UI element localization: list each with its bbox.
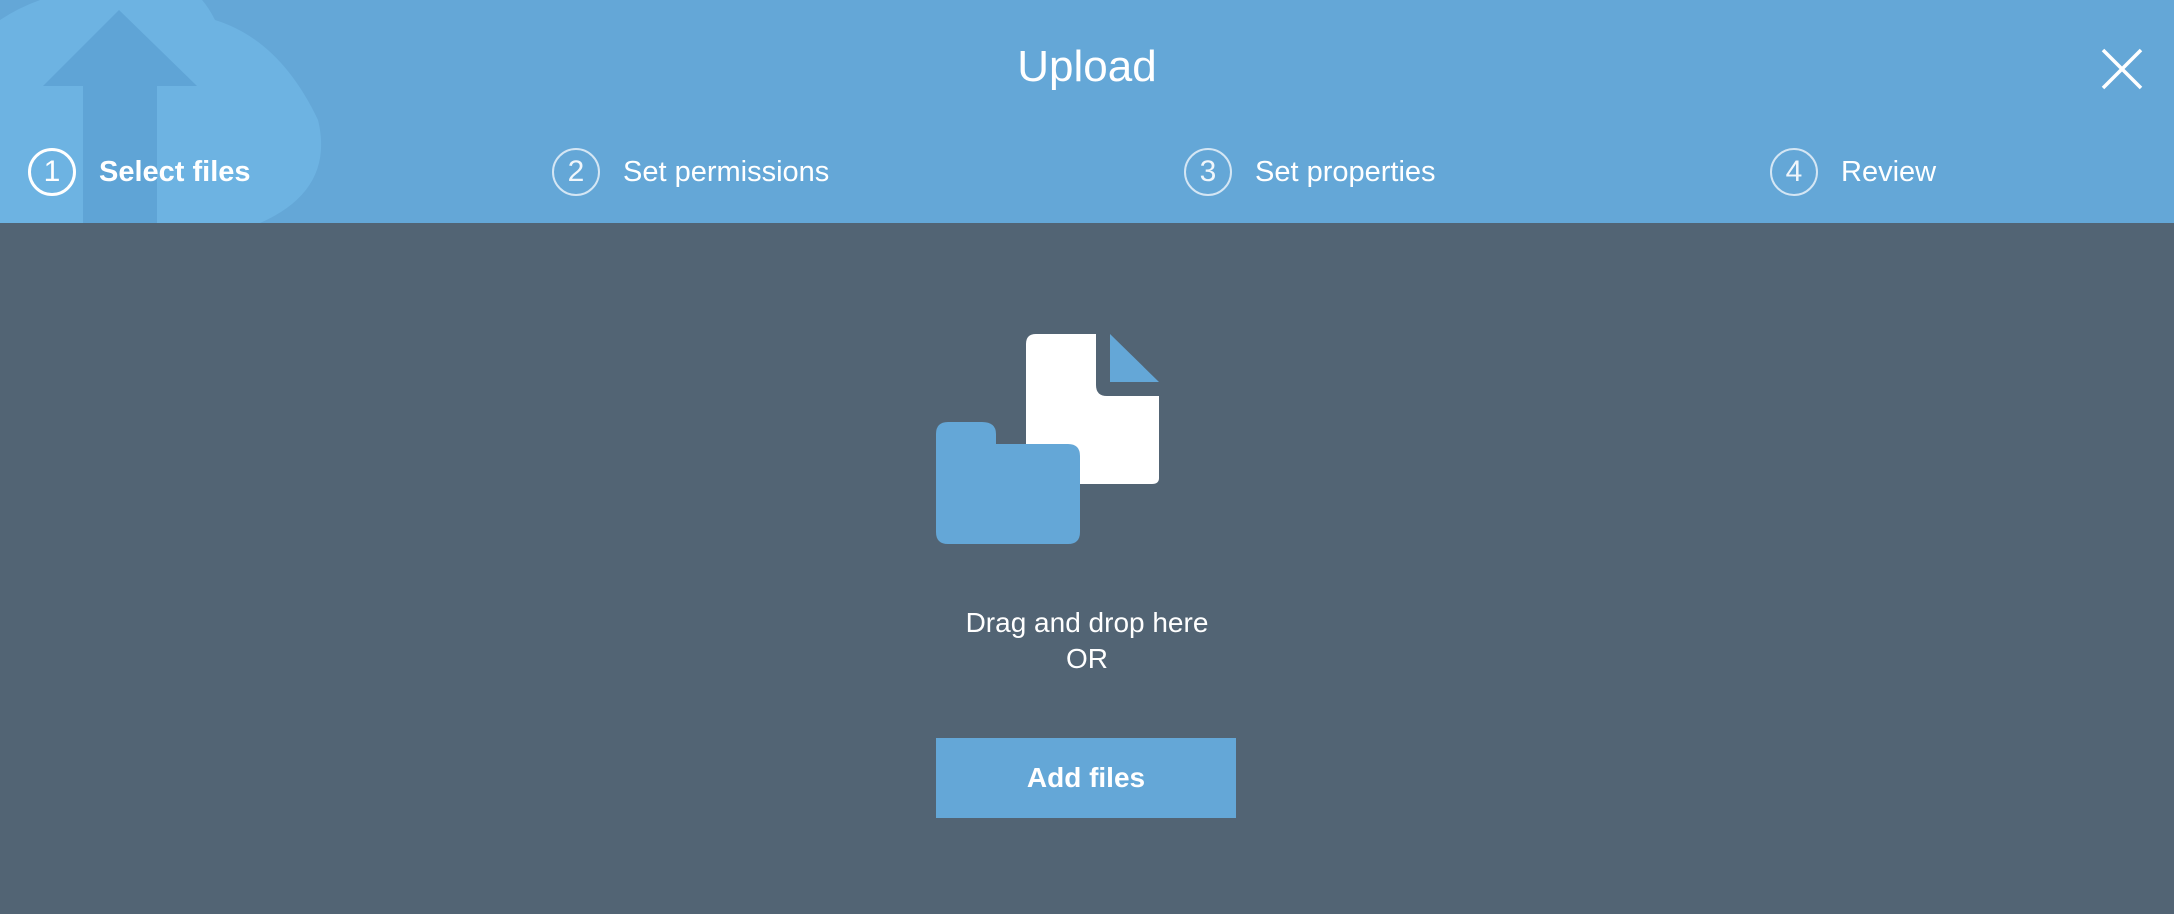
- step-select-files[interactable]: 1 Select files: [28, 145, 251, 199]
- step-label: Set permissions: [623, 156, 830, 188]
- step-label: Review: [1841, 156, 1937, 188]
- step-number-badge: 1: [28, 148, 76, 196]
- close-icon[interactable]: [2098, 45, 2146, 93]
- dropzone-separator: OR: [1066, 643, 1108, 674]
- dialog-header: Upload 1 Select files 2 Set permissions …: [0, 0, 2174, 223]
- step-label: Set properties: [1255, 156, 1436, 188]
- step-number-badge: 3: [1184, 148, 1232, 196]
- step-number-badge: 4: [1770, 148, 1818, 196]
- step-set-properties[interactable]: 3 Set properties: [1184, 145, 1436, 199]
- file-and-folder-icon: [936, 334, 1159, 544]
- step-review[interactable]: 4 Review: [1770, 145, 1936, 199]
- step-label: Select files: [99, 156, 251, 188]
- add-files-button[interactable]: Add files: [936, 738, 1236, 818]
- dialog-title: Upload: [1017, 42, 1157, 91]
- dropzone-instruction: Drag and drop here: [965, 607, 1209, 638]
- dropzone-text: Drag and drop here OR: [0, 605, 2174, 677]
- step-number-badge: 2: [552, 148, 600, 196]
- upload-dialog: Upload 1 Select files 2 Set permissions …: [0, 0, 2174, 914]
- step-set-permissions[interactable]: 2 Set permissions: [552, 145, 829, 199]
